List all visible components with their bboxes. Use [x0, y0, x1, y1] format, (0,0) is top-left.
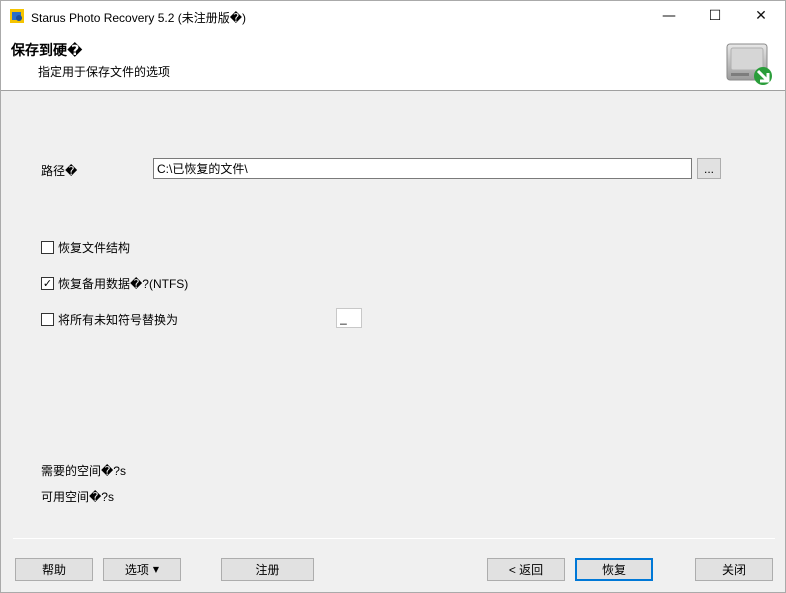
footer-divider: [13, 538, 775, 539]
browse-button[interactable]: ...: [697, 158, 721, 179]
replace-unknown-option[interactable]: 将所有未知符号替换为: [41, 311, 178, 328]
recover-button[interactable]: 恢复: [575, 558, 653, 581]
register-button-label: 注册: [255, 563, 280, 577]
register-button[interactable]: 注册: [221, 558, 314, 581]
recover-button-label: 恢复: [601, 563, 626, 577]
options-button[interactable]: 选项 ▼: [103, 558, 181, 581]
maximize-button[interactable]: ☐: [692, 1, 738, 31]
options-button-label: 选项: [124, 563, 149, 577]
replace-unknown-checkbox[interactable]: [41, 313, 54, 326]
page-subtitle: 指定用于保存文件的选项: [38, 65, 171, 79]
restore-ads-checkbox[interactable]: ✓: [41, 277, 54, 290]
wizard-header: 保存到硬� 指定用于保存文件的选项: [1, 31, 785, 91]
back-button[interactable]: < 返回: [487, 558, 565, 581]
drive-save-icon: [726, 43, 772, 85]
minimize-button[interactable]: —: [646, 1, 692, 31]
restore-structure-label: 恢复文件结构: [58, 241, 131, 255]
help-button-label: 帮助: [41, 563, 66, 577]
restore-structure-checkbox[interactable]: [41, 241, 54, 254]
app-window: Starus Photo Recovery 5.2 (未注册版�) — ☐ ✕ …: [0, 0, 786, 593]
restore-ads-label: 恢复备用数据�?(NTFS): [58, 277, 189, 291]
path-input[interactable]: [153, 158, 692, 179]
close-button-label: 关闭: [721, 563, 746, 577]
close-window-button[interactable]: ✕: [738, 1, 784, 31]
restore-structure-option[interactable]: 恢复文件结构: [41, 239, 130, 256]
help-button[interactable]: 帮助: [15, 558, 93, 581]
title-bar[interactable]: Starus Photo Recovery 5.2 (未注册版�) — ☐ ✕: [1, 1, 785, 31]
replace-char-input[interactable]: [336, 308, 362, 328]
space-available: 可用空间�?s: [41, 490, 114, 504]
app-icon: [10, 9, 24, 23]
path-label: 路径�: [41, 164, 78, 178]
back-button-label: < 返回: [508, 563, 544, 577]
replace-unknown-label: 将所有未知符号替换为: [58, 313, 179, 327]
space-required: 需要的空间�?s: [41, 464, 126, 478]
window-title: Starus Photo Recovery 5.2 (未注册版�): [31, 11, 247, 25]
close-button[interactable]: 关闭: [695, 558, 773, 581]
restore-ads-option[interactable]: ✓ 恢复备用数据�?(NTFS): [41, 275, 188, 292]
caret-down-icon: ▼: [152, 565, 160, 574]
page-title: 保存到硬�: [11, 42, 83, 58]
